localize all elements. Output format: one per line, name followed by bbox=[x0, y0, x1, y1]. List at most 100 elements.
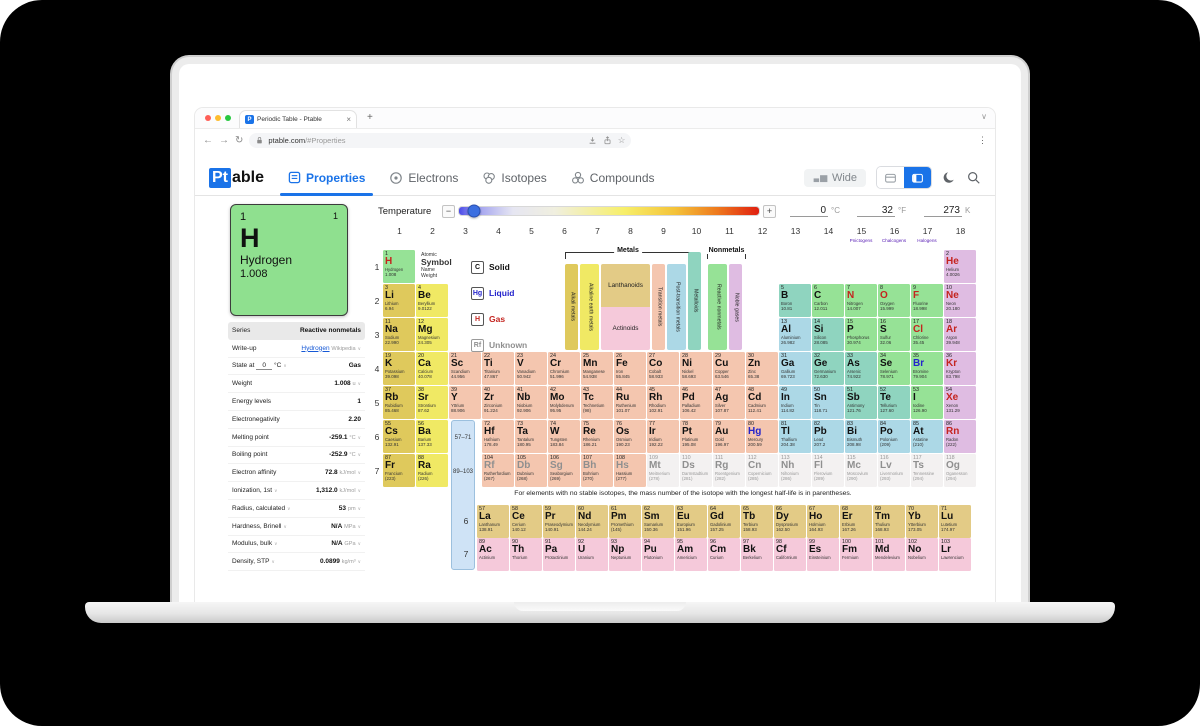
reload-icon[interactable]: ↻ bbox=[235, 135, 243, 146]
element-Cl[interactable]: 17ClChlorine35.45 bbox=[911, 318, 943, 351]
group-number-6[interactable]: 6 bbox=[548, 226, 581, 236]
element-Mt[interactable]: 109MtMeitnerium(278) bbox=[647, 454, 679, 487]
group-number-4[interactable]: 4 bbox=[482, 226, 515, 236]
element-Cr[interactable]: 24CrChromium51.996 bbox=[548, 352, 580, 385]
chevron-down-icon[interactable]: ∨ bbox=[274, 541, 277, 546]
element-Li[interactable]: 3LiLithium6.94 bbox=[383, 284, 415, 317]
element-Ho[interactable]: 67HoHolmium164.93 bbox=[807, 505, 839, 538]
element-Fl[interactable]: 114FlFlerovium(289) bbox=[812, 454, 844, 487]
group-number-8[interactable]: 8 bbox=[614, 226, 647, 236]
wide-layout-button[interactable]: Wide bbox=[804, 169, 866, 187]
download-icon[interactable] bbox=[588, 136, 597, 145]
element-Cd[interactable]: 48CdCadmium112.41 bbox=[746, 386, 778, 419]
group-number-12[interactable]: 12 bbox=[746, 226, 779, 236]
element-Cu[interactable]: 29CuCopper63.546 bbox=[713, 352, 745, 385]
group-number-7[interactable]: 7 bbox=[581, 226, 614, 236]
close-window-button[interactable] bbox=[205, 115, 211, 121]
chevron-down-icon[interactable]: ∨ bbox=[358, 346, 361, 351]
sidebar-layout-button[interactable] bbox=[904, 167, 931, 188]
element-Rf[interactable]: 104RfRutherfordium(267) bbox=[482, 454, 514, 487]
element-Mc[interactable]: 115McMoscovium(290) bbox=[845, 454, 877, 487]
element-W[interactable]: 74WTungsten183.84 bbox=[548, 420, 580, 453]
element-Mn[interactable]: 25MnManganese54.938 bbox=[581, 352, 613, 385]
element-Hg[interactable]: 80HgMercury200.59 bbox=[746, 420, 778, 453]
legend-strip-reactive-nonmetals[interactable]: Reactive nonmetals bbox=[708, 264, 727, 350]
element-Sg[interactable]: 106SgSeaborgium(269) bbox=[548, 454, 580, 487]
placeholder-89-103[interactable]: 89–103 bbox=[452, 455, 474, 489]
element-Th[interactable]: 90ThThorium bbox=[510, 538, 542, 571]
element-Lr[interactable]: 103LrLawrencium bbox=[939, 538, 971, 571]
element-Lu[interactable]: 71LuLutetium174.97 bbox=[939, 505, 971, 538]
element-Cf[interactable]: 98CfCalifornium bbox=[774, 538, 806, 571]
group-number-5[interactable]: 5 bbox=[515, 226, 548, 236]
state-temperature-input[interactable]: 0 bbox=[256, 362, 272, 370]
element-Al[interactable]: 13AlAluminium26.982 bbox=[779, 318, 811, 351]
element-F[interactable]: 9FFluorine18.998 bbox=[911, 284, 943, 317]
tab-list-chevron-icon[interactable]: ∨ bbox=[981, 112, 987, 121]
element-Yb[interactable]: 70YbYtterbium173.05 bbox=[906, 505, 938, 538]
group-number-15[interactable]: 15 bbox=[845, 226, 878, 236]
group-number-18[interactable]: 18 bbox=[944, 226, 977, 236]
temperature-slider-thumb[interactable] bbox=[468, 205, 481, 218]
element-Am[interactable]: 95AmAmericium bbox=[675, 538, 707, 571]
element-Er[interactable]: 68ErErbium167.26 bbox=[840, 505, 872, 538]
element-Pa[interactable]: 91PaProtactinium bbox=[543, 538, 575, 571]
element-Hf[interactable]: 72HfHafnium178.49 bbox=[482, 420, 514, 453]
element-U[interactable]: 92UUranium bbox=[576, 538, 608, 571]
element-Rn[interactable]: 86RnRadon(222) bbox=[944, 420, 976, 453]
element-In[interactable]: 49InIndium114.82 bbox=[779, 386, 811, 419]
element-Sc[interactable]: 21ScScandium44.956 bbox=[449, 352, 481, 385]
group-number-9[interactable]: 9 bbox=[647, 226, 680, 236]
element-Ge[interactable]: 32GeGermanium72.630 bbox=[812, 352, 844, 385]
temperature-slider[interactable] bbox=[458, 206, 760, 216]
element-Y[interactable]: 39YYttrium88.906 bbox=[449, 386, 481, 419]
group-number-13[interactable]: 13 bbox=[779, 226, 812, 236]
element-B[interactable]: 5BBoron10.81 bbox=[779, 284, 811, 317]
chevron-down-icon[interactable]: ∨ bbox=[274, 488, 277, 493]
group-number-17[interactable]: 17 bbox=[911, 226, 944, 236]
element-Co[interactable]: 27CoCobalt58.933 bbox=[647, 352, 679, 385]
element-Xe[interactable]: 54XeXenon131.29 bbox=[944, 386, 976, 419]
element-Ds[interactable]: 110DsDarmstadtium(281) bbox=[680, 454, 712, 487]
period-number-2[interactable]: 2 bbox=[372, 284, 382, 318]
element-He[interactable]: 2HeHelium4.0026 bbox=[944, 250, 976, 283]
element-No[interactable]: 102NoNobelium bbox=[906, 538, 938, 571]
forward-icon[interactable]: → bbox=[219, 135, 229, 146]
group-number-14[interactable]: 14 bbox=[812, 226, 845, 236]
period-number-1[interactable]: 1 bbox=[372, 250, 382, 284]
element-Ba[interactable]: 56BaBarium137.33 bbox=[416, 420, 448, 453]
share-icon[interactable] bbox=[603, 136, 612, 145]
element-Ac[interactable]: 89AcActinium bbox=[477, 538, 509, 571]
group-number-3[interactable]: 3 bbox=[449, 226, 482, 236]
element-Au[interactable]: 79AuGold196.97 bbox=[713, 420, 745, 453]
element-Be[interactable]: 4BeBeryllium9.0122 bbox=[416, 284, 448, 317]
chevron-down-icon[interactable]: ∨ bbox=[358, 506, 361, 511]
chevron-down-icon[interactable]: ∨ bbox=[358, 452, 361, 457]
element-Se[interactable]: 34SeSelenium78.971 bbox=[878, 352, 910, 385]
element-Tl[interactable]: 81TlThallium204.38 bbox=[779, 420, 811, 453]
tab-compounds[interactable]: Compounds bbox=[571, 171, 655, 185]
group-number-10[interactable]: 10 bbox=[680, 226, 713, 236]
element-Np[interactable]: 93NpNeptunium bbox=[609, 538, 641, 571]
browser-menu-icon[interactable]: ⋮ bbox=[978, 135, 987, 146]
element-Ts[interactable]: 117TsTennessine(294) bbox=[911, 454, 943, 487]
element-Cs[interactable]: 55CsCaesium132.91 bbox=[383, 420, 415, 453]
element-Ce[interactable]: 58CeCerium140.12 bbox=[510, 505, 542, 538]
element-S[interactable]: 16SSulfur32.06 bbox=[878, 318, 910, 351]
element-La[interactable]: 57LaLanthanum138.91 bbox=[477, 505, 509, 538]
element-Dy[interactable]: 66DyDysprosium162.50 bbox=[774, 505, 806, 538]
element-Fm[interactable]: 100FmFermium bbox=[840, 538, 872, 571]
element-Hs[interactable]: 108HsHassium(277) bbox=[614, 454, 646, 487]
chevron-down-icon[interactable]: ∨ bbox=[358, 559, 361, 564]
chevron-down-icon[interactable]: ∨ bbox=[287, 506, 290, 511]
element-Sb[interactable]: 51SbAntimony121.76 bbox=[845, 386, 877, 419]
period-number-6[interactable]: 6 bbox=[372, 420, 382, 454]
browser-tab[interactable]: P Periodic Table - Ptable × bbox=[239, 110, 357, 128]
element-Bi[interactable]: 83BiBismuth208.98 bbox=[845, 420, 877, 453]
tab-properties[interactable]: Properties bbox=[288, 171, 365, 185]
legend-actinoids[interactable]: Actinoids bbox=[601, 307, 650, 350]
element-Ag[interactable]: 47AgSilver107.87 bbox=[713, 386, 745, 419]
element-Pr[interactable]: 59PrPraseodymium140.91 bbox=[543, 505, 575, 538]
tab-electrons[interactable]: Electrons bbox=[389, 171, 458, 185]
element-Nb[interactable]: 41NbNiobium92.906 bbox=[515, 386, 547, 419]
